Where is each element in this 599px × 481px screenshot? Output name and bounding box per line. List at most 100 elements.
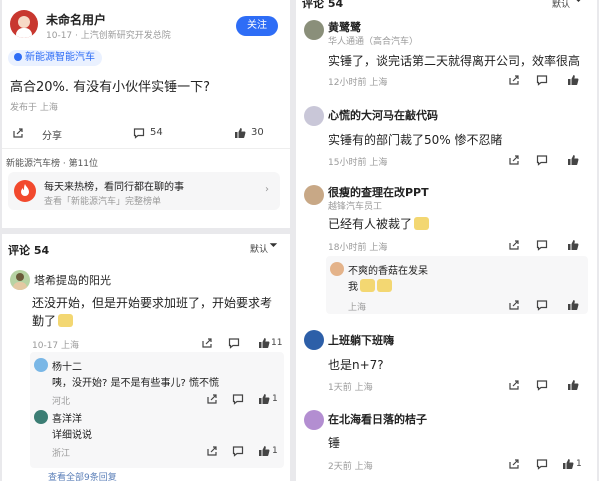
- comments-header: 评论 54: [8, 244, 50, 257]
- reply-meta: 上海: [348, 303, 367, 313]
- topic-tag[interactable]: 新能源智能汽车: [8, 50, 102, 66]
- comment-text: 锤: [328, 436, 341, 450]
- reply-text: 详细说说: [52, 430, 92, 441]
- share-icon[interactable]: [206, 393, 218, 405]
- view-all-replies-link[interactable]: 查看全部9条回复: [48, 470, 117, 481]
- emoji-icon: [360, 279, 375, 292]
- reply-icon[interactable]: [536, 299, 548, 311]
- comment-text-content: 已经有人被裁了: [328, 217, 413, 231]
- like-icon[interactable]: [258, 445, 270, 457]
- chevron-right-icon: ›: [265, 184, 269, 195]
- like-icon[interactable]: [258, 337, 270, 349]
- comment-meta: 10-17 上海: [32, 341, 80, 351]
- share-label[interactable]: 分享: [42, 127, 62, 142]
- like-icon[interactable]: [567, 239, 579, 251]
- reply-icon[interactable]: [232, 445, 244, 457]
- commenter-name[interactable]: 上班躺下班嗨: [328, 332, 394, 348]
- comment-text: 实锤有的部门裁了50% 惨不忍睹: [328, 133, 503, 147]
- share-icon[interactable]: [508, 299, 520, 311]
- emoji-icon: [377, 279, 392, 292]
- comment-text: 实锤了，谈完话第二天就得离开公司，效率很高: [328, 54, 581, 68]
- follow-button[interactable]: 关注: [236, 16, 278, 36]
- author-avatar[interactable]: [10, 10, 38, 38]
- commenter-name[interactable]: 黄鹭鹭: [328, 19, 361, 35]
- commenter-avatar[interactable]: [304, 410, 324, 430]
- comments-header: 评论 54: [302, 0, 344, 10]
- commenter-avatar[interactable]: [304, 106, 324, 126]
- like-icon[interactable]: [567, 74, 579, 86]
- commenter-name[interactable]: 心慌的大河马在敲代码: [328, 107, 438, 123]
- fire-icon: [14, 180, 36, 202]
- ranking-label[interactable]: 新能源汽车榜 · 第11位: [6, 156, 98, 169]
- share-icon[interactable]: [12, 127, 24, 139]
- share-icon[interactable]: [201, 337, 213, 349]
- emoji-icon: [58, 314, 74, 327]
- promo-title: 每天来热榜，看同行都在聊的事: [44, 182, 184, 193]
- post-content: 高合20%. 有没有小伙伴实锤一下?: [10, 80, 211, 95]
- comment-meta: 15小时前 上海: [328, 158, 388, 168]
- commenter-name[interactable]: 塔希提岛的阳光: [34, 272, 111, 288]
- share-icon[interactable]: [206, 445, 218, 457]
- emoji-icon: [414, 217, 430, 230]
- reply-name[interactable]: 杨十二: [52, 358, 82, 373]
- commenter-avatar[interactable]: [304, 330, 324, 350]
- comment-meta: 18小时前 上海: [328, 243, 388, 253]
- commenter-avatar[interactable]: [10, 270, 30, 290]
- like-icon[interactable]: [258, 393, 270, 405]
- commenter-avatar[interactable]: [304, 20, 324, 40]
- commenter-badge: 华人通通（高合汽车）: [328, 37, 419, 47]
- comment-text: 也是n+7?: [328, 358, 384, 372]
- like-icon[interactable]: [567, 299, 579, 311]
- reply-avatar[interactable]: [34, 358, 48, 372]
- author-meta: 10-17 · 上汽创新研究开发总院: [46, 31, 171, 41]
- hot-ranking-card[interactable]: 每天来热榜，看同行都在聊的事 查看「新能源汽车」完整榜单 ›: [8, 172, 280, 210]
- promo-subtitle: 查看「新能源汽车」完整榜单: [44, 197, 162, 207]
- comment-text: 已经有人被裁了: [328, 215, 430, 232]
- commenter-avatar[interactable]: [304, 185, 324, 205]
- like-icon[interactable]: [562, 458, 574, 470]
- reply-name[interactable]: 喜洋洋: [52, 410, 82, 425]
- sort-button[interactable]: 默认: [250, 242, 268, 255]
- like-icon[interactable]: [567, 379, 579, 391]
- post-location: 发布于 上海: [10, 103, 58, 113]
- reply-icon[interactable]: [536, 74, 548, 86]
- reply-text: 咦，没开始? 是不是有些事儿? 慌不慌: [52, 378, 219, 389]
- like-count: 11: [271, 338, 283, 348]
- commenter-badge: 越锋汽车员工: [328, 202, 383, 212]
- reply-text: 我: [348, 278, 392, 293]
- reply-icon[interactable]: [228, 337, 240, 349]
- share-icon[interactable]: [508, 379, 520, 391]
- like-count: 1: [272, 394, 278, 404]
- comments-panel-left: 评论 54 默认 ⏷ 塔希提岛的阳光 还没开始，但是开始要求加班了，开始要求考勤…: [2, 234, 290, 481]
- author-name[interactable]: 未命名用户: [46, 11, 106, 28]
- post-card: 未命名用户 10-17 · 上汽创新研究开发总院 关注 新能源智能汽车 高合20…: [2, 0, 290, 228]
- filter-icon[interactable]: ⏷: [575, 0, 582, 6]
- comment-icon[interactable]: [133, 127, 145, 139]
- comment-text: 还没开始，但是开始要求加班了，开始要求考勤了: [32, 294, 280, 330]
- reply-avatar[interactable]: [330, 262, 344, 276]
- reply-meta: 浙江: [52, 449, 71, 459]
- commenter-name[interactable]: 在北海看日落的桔子: [328, 411, 427, 427]
- reply-avatar[interactable]: [34, 410, 48, 424]
- like-count: 1: [576, 459, 582, 469]
- reply-name[interactable]: 不爽的香菇在发呆: [348, 262, 428, 277]
- reply-icon[interactable]: [232, 393, 244, 405]
- commenter-name[interactable]: 很瘦的查理在改PPT: [328, 184, 429, 200]
- reply-icon[interactable]: [536, 239, 548, 251]
- reply-meta: 河北: [52, 397, 71, 407]
- like-count: 1: [272, 446, 278, 456]
- reply-icon[interactable]: [536, 458, 548, 470]
- share-icon[interactable]: [508, 239, 520, 251]
- like-icon[interactable]: [567, 154, 579, 166]
- share-icon[interactable]: [508, 154, 520, 166]
- like-count: 30: [251, 127, 264, 138]
- like-icon[interactable]: [234, 127, 246, 139]
- filter-icon[interactable]: ⏷: [270, 241, 277, 251]
- share-icon[interactable]: [508, 458, 520, 470]
- reply-text-content: 我: [348, 282, 358, 293]
- sort-button[interactable]: 默认: [552, 0, 570, 10]
- reply-icon[interactable]: [536, 379, 548, 391]
- reply-icon[interactable]: [536, 154, 548, 166]
- share-icon[interactable]: [508, 74, 520, 86]
- topic-icon: [14, 53, 22, 61]
